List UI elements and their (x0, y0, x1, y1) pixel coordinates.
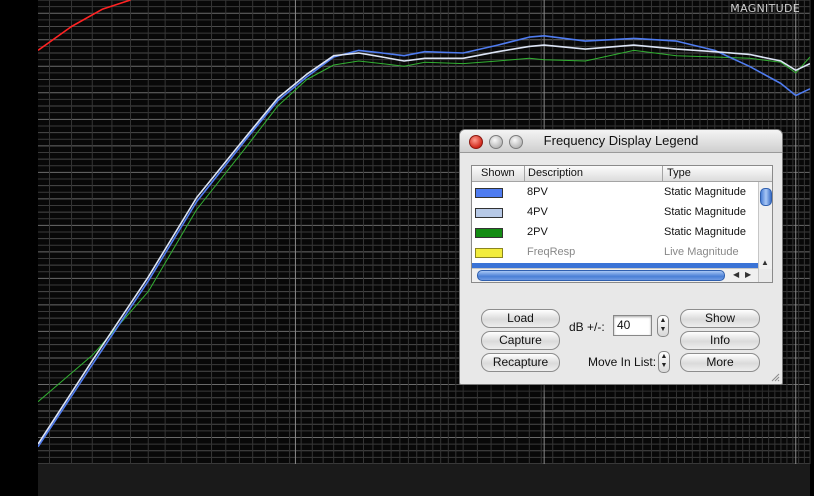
frequency-display-legend-window[interactable]: Frequency Display Legend Shown Descripti… (459, 129, 783, 385)
load-button[interactable]: Load (481, 309, 560, 328)
x-axis-band (38, 464, 810, 496)
move-in-list-label: Move In List: (588, 355, 657, 369)
info-button[interactable]: Info (680, 331, 760, 350)
vertical-scroll-thumb[interactable] (760, 188, 772, 206)
row-description: FreqResp (527, 246, 576, 258)
legend-row-8pv[interactable]: 8PV Static Magnitude (472, 183, 758, 203)
horizontal-scroll-thumb[interactable] (477, 270, 725, 281)
series-color-swatch (475, 228, 503, 238)
show-button[interactable]: Show (680, 309, 760, 328)
legend-row-4pv[interactable]: 4PV Static Magnitude (472, 203, 758, 223)
recapture-button[interactable]: Recapture (481, 353, 560, 372)
row-type: Live Magnitude (664, 246, 739, 258)
horizontal-scrollbar[interactable]: ◀ ▶ (472, 268, 758, 282)
row-description: 2PV (527, 226, 548, 238)
window-title: Frequency Display Legend (543, 133, 699, 148)
legend-row-freqresp[interactable]: FreqResp Live Magnitude (472, 243, 758, 263)
window-titlebar[interactable]: Frequency Display Legend (460, 130, 782, 153)
row-description: 4PV (527, 206, 548, 218)
db-range-input[interactable]: 40 (613, 315, 652, 336)
scroll-left-arrow-icon[interactable]: ◀ (733, 270, 739, 279)
row-type: Static Magnitude (664, 206, 746, 218)
legend-table[interactable]: Shown Description Type 8PV Static Magnit… (471, 165, 773, 283)
series-color-swatch (475, 208, 503, 218)
db-range-stepper[interactable]: ▲ ▼ (657, 315, 669, 337)
row-type: Static Magnitude (664, 186, 746, 198)
column-description[interactable]: Description (528, 167, 583, 179)
resize-grip-icon[interactable] (770, 372, 780, 382)
move-in-list-stepper[interactable]: ▲ ▼ (658, 351, 670, 373)
column-shown[interactable]: Shown (481, 167, 515, 179)
column-separator (524, 166, 525, 181)
legend-row-2pv[interactable]: 2PV Static Magnitude (472, 223, 758, 243)
scroll-right-arrow-icon[interactable]: ▶ (745, 270, 751, 279)
magnitude-title: MAGNITUDE (730, 2, 800, 15)
more-button[interactable]: More (680, 353, 760, 372)
scrollbar-corner (759, 269, 772, 282)
column-type[interactable]: Type (667, 167, 691, 179)
db-range-label: dB +/-: (569, 320, 605, 334)
row-type: Static Magnitude (664, 226, 746, 238)
scroll-up-arrow-icon[interactable]: ▲ (761, 258, 769, 267)
column-separator (662, 166, 663, 181)
capture-button[interactable]: Capture (481, 331, 560, 350)
row-description: 8PV (527, 186, 548, 198)
legend-table-header: Shown Description Type (472, 166, 772, 182)
vertical-scrollbar[interactable]: ▲ ▼ (758, 182, 772, 282)
series-color-swatch (475, 188, 503, 198)
series-color-swatch (475, 248, 503, 258)
y-axis-band (0, 0, 38, 496)
